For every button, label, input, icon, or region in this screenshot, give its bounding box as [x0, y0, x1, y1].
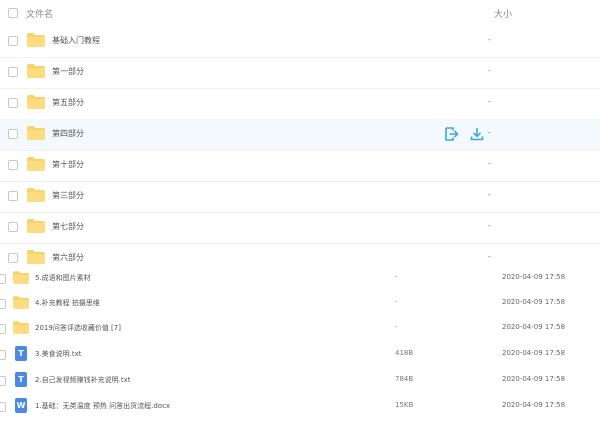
file-date: 2020-04-09 17:58	[502, 401, 566, 409]
folder-icon	[13, 271, 29, 284]
file-row[interactable]: 4.补充教程 拍摄思维 - 2020-04-09 17:58	[0, 291, 600, 317]
folder-icon	[27, 126, 45, 140]
docx-file-icon: W	[15, 398, 27, 413]
folder-name[interactable]: 第五部分	[52, 97, 84, 108]
folder-icon	[27, 33, 45, 47]
row-checkbox[interactable]	[0, 274, 6, 284]
share-icon[interactable]	[443, 126, 459, 142]
file-list-page: 文件名 大小 基础入门教程 - 第一部分 - 第五部分 - 第四部分 - 第十部…	[0, 0, 600, 429]
file-row[interactable]: 5.成语和图片素材 - 2020-04-09 17:58	[0, 266, 600, 292]
folder-name[interactable]: 第四部分	[52, 128, 84, 139]
file-name[interactable]: 2.自己发视频赚钱补充说明.txt	[35, 375, 131, 385]
folder-name[interactable]: 第十部分	[52, 159, 84, 170]
row-checkbox[interactable]	[0, 324, 6, 334]
folder-icon	[27, 219, 45, 233]
file-size: -	[395, 323, 398, 331]
folder-size: -	[488, 35, 491, 44]
folder-icon	[13, 321, 29, 334]
row-checkbox[interactable]	[8, 98, 18, 108]
row-checkbox[interactable]	[8, 222, 18, 232]
folder-name[interactable]: 第七部分	[52, 221, 84, 232]
file-size: -	[395, 273, 398, 281]
row-checkbox[interactable]	[8, 160, 18, 170]
folder-row-hovered[interactable]: 第四部分 -	[0, 119, 600, 151]
folder-size: -	[488, 159, 491, 168]
file-row[interactable]: 2019问答评选收藏价值 [7] - 2020-04-09 17:58	[0, 316, 600, 342]
row-checkbox[interactable]	[0, 299, 6, 309]
file-date: 2020-04-09 17:58	[502, 349, 566, 357]
select-all-checkbox[interactable]	[8, 8, 18, 18]
file-size: 418B	[395, 349, 414, 357]
row-checkbox[interactable]	[0, 402, 6, 412]
folder-icon	[13, 296, 29, 309]
folder-icon	[27, 250, 45, 264]
file-name[interactable]: 1.基础：无类温度 预热 问答出货流程.docx	[35, 401, 170, 411]
row-checkbox[interactable]	[0, 376, 6, 386]
row-actions	[443, 126, 485, 142]
row-checkbox[interactable]	[8, 67, 18, 77]
folder-name[interactable]: 第一部分	[52, 66, 84, 77]
folder-size: -	[488, 221, 491, 230]
row-checkbox[interactable]	[0, 350, 6, 360]
download-icon[interactable]	[469, 126, 485, 142]
folder-row[interactable]: 基础入门教程 -	[0, 26, 600, 58]
column-header-filename[interactable]: 文件名	[26, 7, 53, 20]
row-checkbox[interactable]	[8, 36, 18, 46]
list-header: 文件名 大小	[0, 0, 600, 28]
folder-icon	[27, 157, 45, 171]
folder-name[interactable]: 第三部分	[52, 190, 84, 201]
file-date: 2020-04-09 17:58	[502, 298, 566, 306]
folder-name[interactable]: 基础入门教程	[52, 35, 100, 46]
folder-size: -	[488, 97, 491, 106]
file-row[interactable]: T 3.美食说明.txt 418B 2020-04-09 17:58	[0, 342, 600, 368]
folder-row[interactable]: 第一部分 -	[0, 57, 600, 89]
file-size: 15KB	[395, 401, 414, 409]
file-size: 784B	[395, 375, 414, 383]
file-size: -	[395, 298, 398, 306]
txt-file-icon: T	[15, 346, 27, 361]
file-date: 2020-04-09 17:58	[502, 323, 566, 331]
folder-name[interactable]: 第六部分	[52, 252, 84, 263]
folder-size: -	[488, 190, 491, 199]
folder-icon	[27, 64, 45, 78]
folder-size: -	[488, 66, 491, 75]
folder-row[interactable]: 第五部分 -	[0, 88, 600, 120]
folder-icon	[27, 95, 45, 109]
folder-row[interactable]: 第三部分 -	[0, 181, 600, 213]
folder-size: -	[488, 252, 491, 261]
folder-size: -	[488, 128, 491, 137]
folder-icon	[27, 188, 45, 202]
file-name[interactable]: 5.成语和图片素材	[35, 273, 91, 283]
file-name[interactable]: 4.补充教程 拍摄思维	[35, 298, 100, 308]
folder-row[interactable]: 第七部分 -	[0, 212, 600, 244]
txt-file-icon: T	[15, 372, 27, 387]
file-row[interactable]: W 1.基础：无类温度 预热 问答出货流程.docx 15KB 2020-04-…	[0, 394, 600, 420]
row-checkbox[interactable]	[8, 191, 18, 201]
file-date: 2020-04-09 17:58	[502, 375, 566, 383]
file-name[interactable]: 2019问答评选收藏价值 [7]	[35, 323, 121, 333]
row-checkbox[interactable]	[8, 129, 18, 139]
column-header-size[interactable]: 大小	[494, 7, 512, 20]
row-checkbox[interactable]	[8, 253, 18, 263]
file-row[interactable]: T 2.自己发视频赚钱补充说明.txt 784B 2020-04-09 17:5…	[0, 368, 600, 394]
file-name[interactable]: 3.美食说明.txt	[35, 349, 82, 359]
file-date: 2020-04-09 17:58	[502, 273, 566, 281]
folder-row[interactable]: 第十部分 -	[0, 150, 600, 182]
